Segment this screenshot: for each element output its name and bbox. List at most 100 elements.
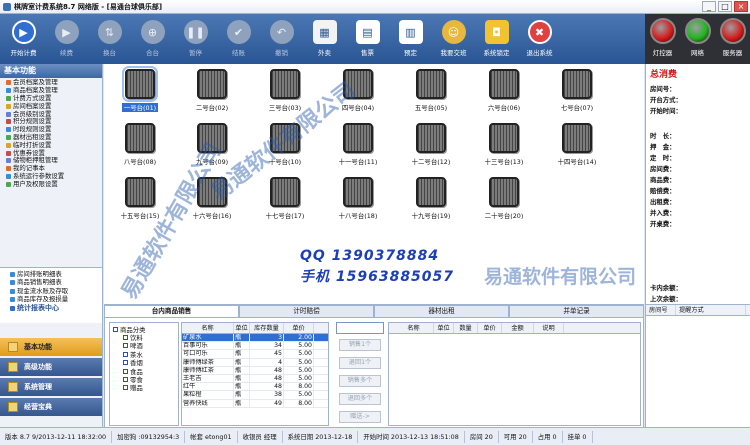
column-header[interactable]: 金额 <box>502 323 534 333</box>
column-header[interactable]: 名称 <box>394 323 434 333</box>
minimize-button[interactable]: _ <box>702 1 716 12</box>
toolbar-button-11[interactable]: ☺ 我要交班 <box>432 14 475 64</box>
signal-1[interactable]: 灯控器 <box>649 18 676 64</box>
module-button-1[interactable]: 基本功能 <box>0 338 102 356</box>
column-header[interactable]: 房间号 <box>646 305 676 315</box>
maximize-button[interactable]: □ <box>718 1 732 12</box>
product-search-input[interactable] <box>336 322 384 334</box>
folder-icon <box>123 335 128 341</box>
table-row[interactable]: 百事可乐瓶 34 5.00 <box>182 342 328 351</box>
module-button-3[interactable]: 系统管理 <box>0 378 102 396</box>
tab-1[interactable]: 台内商品销售 <box>104 305 239 317</box>
toolbar-button-3[interactable]: ⇅ 换台 <box>88 14 131 64</box>
billiard-table-9[interactable]: 九号台(09) <box>184 120 240 170</box>
tree-node-5[interactable]: 食品 <box>113 367 178 376</box>
sale-op-button-1[interactable]: 销售1个 <box>339 339 381 351</box>
table-row[interactable]: 果粒橙瓶 38 5.00 <box>182 391 328 400</box>
sold-items-table[interactable]: 名称 单位 数量 单价 金额 说明 <box>388 322 641 426</box>
sale-op-button-5[interactable]: 赠送-> <box>339 411 381 423</box>
billiard-table-3[interactable]: 三号台(03) <box>257 66 313 116</box>
toolbar-button-6[interactable]: ✔ 结账 <box>217 14 260 64</box>
billiard-table-19[interactable]: 十九号台(19) <box>403 174 459 224</box>
sale-op-button-2[interactable]: 退回1个 <box>339 357 381 369</box>
table-cell: 康师傅红茶 <box>182 366 234 374</box>
toolbar-button-9[interactable]: ▤ 售票 <box>346 14 389 64</box>
column-header[interactable]: 数量 <box>454 323 478 333</box>
column-header[interactable]: 单位 <box>434 323 454 333</box>
product-table[interactable]: 名称 单位 库存数量 单价 矿泉水瓶 3 2.00 百事可乐瓶 34 5.00 可口可乐瓶 45 5.0… <box>181 322 329 426</box>
tree-node-2[interactable]: 啤酒 <box>113 342 178 350</box>
table-row[interactable]: 可口可乐瓶 45 5.00 <box>182 350 328 359</box>
billiard-table-4[interactable]: 四号台(04) <box>330 66 386 116</box>
tab-3[interactable]: 器材出租 <box>374 305 509 317</box>
billiard-table-20[interactable]: 二十号台(20) <box>476 174 532 224</box>
tree-node-7[interactable]: 赠品 <box>113 384 178 392</box>
table-icon <box>343 69 373 99</box>
table-icon <box>489 123 519 153</box>
toolbar-button-1[interactable]: ▶ 开始计费 <box>2 14 45 64</box>
billiard-table-17[interactable]: 十七号台(17) <box>257 174 313 224</box>
billiard-table-13[interactable]: 十三号台(13) <box>476 120 532 170</box>
report-item-2[interactable]: 商品销售明细表 <box>10 279 102 288</box>
sale-op-button-3[interactable]: 销售多个 <box>339 375 381 387</box>
column-header[interactable]: 提醒方式 <box>676 305 746 315</box>
billiard-table-12[interactable]: 十二号台(12) <box>403 120 459 170</box>
table-row[interactable]: 矿泉水瓶 3 2.00 <box>182 334 328 343</box>
column-header[interactable]: 名称 <box>182 323 234 333</box>
category-tree[interactable]: 商品分类 饮料 啤酒 茶水 香烟 食品 零食 赠品 <box>109 322 179 426</box>
signal-2[interactable]: 网络 <box>684 18 711 64</box>
nav-item-9[interactable]: 临时打折设置 <box>6 141 102 149</box>
report-item-4[interactable]: 商品库存及报损量 <box>10 296 102 305</box>
toolbar-button-7[interactable]: ↶ 撤销 <box>260 14 303 64</box>
table-cell: 瓶 <box>234 358 250 366</box>
table-cell: 5.00 <box>284 358 314 366</box>
billiard-table-2[interactable]: 二号台(02) <box>184 66 240 116</box>
toolbar-button-8[interactable]: ▦ 外卖 <box>303 14 346 64</box>
billiard-table-18[interactable]: 十八号台(18) <box>330 174 386 224</box>
billiard-table-11[interactable]: 十一号台(11) <box>330 120 386 170</box>
tree-node-6[interactable]: 零食 <box>113 375 178 384</box>
column-header[interactable]: 单价 <box>478 323 502 333</box>
table-cell: 瓶 <box>234 366 250 374</box>
table-row[interactable]: 红牛瓶 48 8.00 <box>182 383 328 392</box>
billiard-table-7[interactable]: 七号台(07) <box>549 66 605 116</box>
table-row[interactable]: 康师傅红茶瓶 48 5.00 <box>182 366 328 375</box>
column-header[interactable]: 单价 <box>284 323 314 333</box>
column-header[interactable]: 说明 <box>534 323 564 333</box>
billiard-table-16[interactable]: 十六号台(16) <box>184 174 240 224</box>
billiard-table-1[interactable]: 一号台(01) <box>112 66 168 116</box>
table-row[interactable]: 康师傅绿茶瓶 4 5.00 <box>182 358 328 367</box>
tree-root[interactable]: 商品分类 <box>113 325 178 334</box>
tree-node-3[interactable]: 茶水 <box>113 350 178 359</box>
toolbar-button-10[interactable]: ▥ 预定 <box>389 14 432 64</box>
tree-node-1[interactable]: 饮料 <box>113 333 178 342</box>
billiard-table-5[interactable]: 五号台(05) <box>403 66 459 116</box>
tree-node-4[interactable]: 香烟 <box>113 359 178 367</box>
toolbar-button-5[interactable]: ❚❚ 暂停 <box>174 14 217 64</box>
table-cell: 2.00 <box>284 334 314 342</box>
nav-item-14[interactable]: 用户及权限设置 <box>6 180 102 188</box>
module-button-2[interactable]: 高级功能 <box>0 358 102 376</box>
column-header[interactable]: 库存数量 <box>250 323 284 333</box>
toolbar-button-4[interactable]: ⊕ 合台 <box>131 14 174 64</box>
billiard-table-15[interactable]: 十五号台(15) <box>112 174 168 224</box>
tab-2[interactable]: 计时赔偿 <box>239 305 374 317</box>
billiard-table-14[interactable]: 十四号台(14) <box>549 120 605 170</box>
billiard-table-8[interactable]: 八号台(08) <box>112 120 168 170</box>
table-row[interactable]: 王老吉瓶 48 5.00 <box>182 374 328 384</box>
toolbar-button-12[interactable]: ◘ 系统锁定 <box>475 14 518 64</box>
table-label: 二号台(02) <box>195 104 229 112</box>
column-header[interactable]: 单位 <box>234 323 250 333</box>
module-button-4[interactable]: 经营宝典 <box>0 398 102 416</box>
toolbar-button-13[interactable]: ✖ 退出系统 <box>518 14 561 64</box>
billiard-table-10[interactable]: 十号台(10) <box>257 120 313 170</box>
sale-op-button-4[interactable]: 退回多个 <box>339 393 381 405</box>
tab-4[interactable]: 并单记录 <box>509 305 644 317</box>
signal-3[interactable]: 服务器 <box>719 18 746 64</box>
stat-center-link[interactable]: 统计报表中心 <box>10 304 102 313</box>
billiard-table-6[interactable]: 六号台(06) <box>476 66 532 116</box>
close-button[interactable]: × <box>734 1 748 12</box>
table-icon <box>489 69 519 99</box>
table-row[interactable]: 营养快线瓶 49 8.00 <box>182 399 328 408</box>
toolbar-button-2[interactable]: ▶ 续费 <box>45 14 88 64</box>
